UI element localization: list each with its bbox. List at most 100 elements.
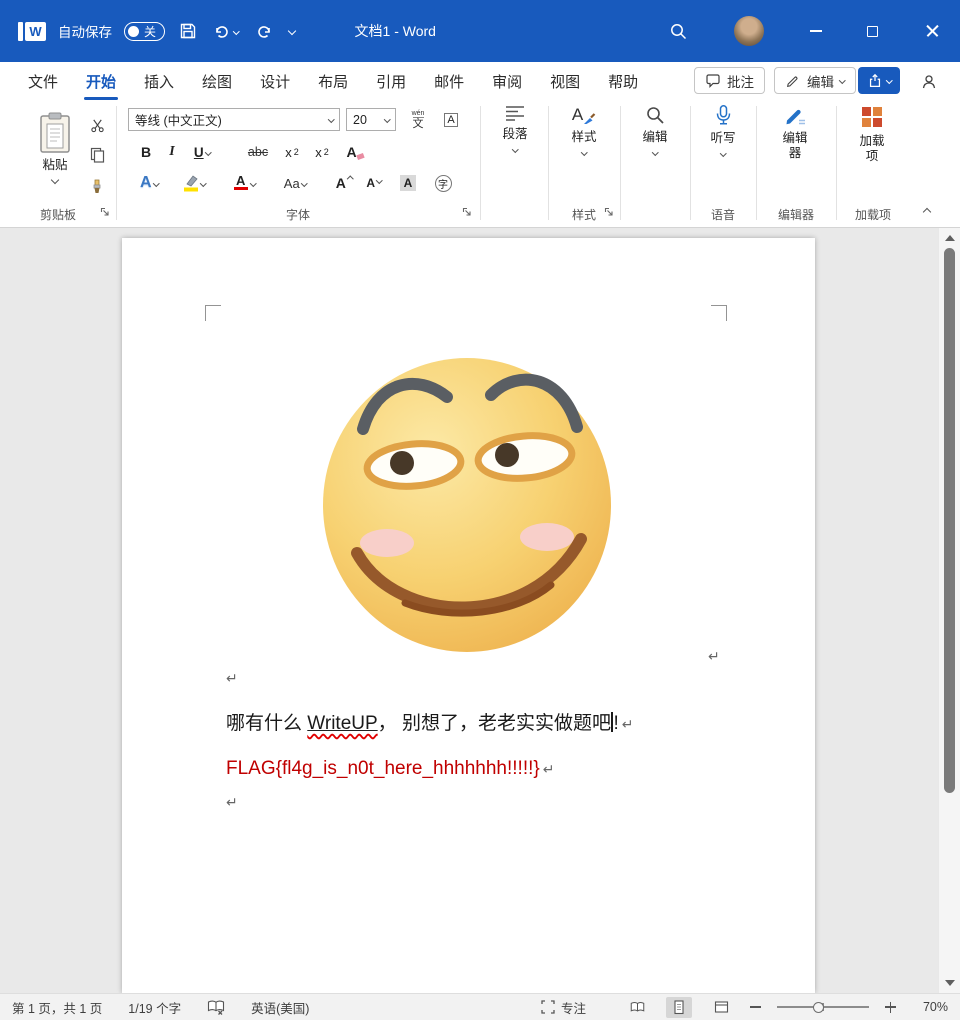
paragraph-text[interactable]: 哪有什么 WriteUP， 别想了，老老实实做题吧! ↵: [226, 708, 633, 735]
character-border-button[interactable]: A: [438, 107, 464, 133]
format-painter-icon: [93, 179, 101, 193]
subscript-button[interactable]: x2: [279, 140, 305, 164]
minimize-button[interactable]: [792, 0, 840, 62]
maximize-button[interactable]: [848, 0, 896, 62]
tab-references[interactable]: 引用: [362, 62, 420, 100]
comments-button[interactable]: 批注: [694, 67, 765, 94]
scroll-up-button[interactable]: [939, 230, 960, 246]
tab-help[interactable]: 帮助: [594, 62, 652, 100]
font-color-button[interactable]: A: [227, 170, 261, 196]
group-divider: [756, 106, 757, 220]
scroll-down-button[interactable]: [939, 975, 960, 991]
styles-dialog-launcher[interactable]: [602, 205, 616, 219]
share-button[interactable]: [858, 67, 900, 94]
chevron-down-icon: [376, 176, 383, 184]
word-app-icon[interactable]: W: [18, 21, 46, 41]
read-mode-button[interactable]: [624, 997, 650, 1018]
editor-button[interactable]: 编辑器: [762, 100, 828, 196]
chevron-down-icon: [839, 77, 846, 84]
minimize-icon: [810, 30, 822, 32]
undo-button[interactable]: [211, 16, 241, 46]
tab-draw[interactable]: 绘图: [188, 62, 246, 100]
font-name-select[interactable]: 等线 (中文正文): [128, 108, 340, 131]
vertical-scrollbar[interactable]: [938, 228, 960, 993]
paste-button[interactable]: 粘贴: [26, 108, 84, 204]
quick-access-menu-button[interactable]: [287, 16, 297, 46]
word-count[interactable]: 1/19 个字: [128, 998, 181, 1017]
addins-button[interactable]: 加载项: [842, 100, 902, 196]
tab-design[interactable]: 设计: [246, 62, 304, 100]
autosave-label: 自动保存: [58, 25, 112, 40]
focus-icon: [541, 1000, 555, 1014]
zoom-in-button[interactable]: [885, 1001, 896, 1013]
clear-formatting-button[interactable]: A: [341, 140, 369, 164]
search-button[interactable]: [656, 0, 700, 62]
avatar[interactable]: [734, 16, 764, 46]
read-mode-icon: [630, 1001, 644, 1012]
format-painter-button[interactable]: [86, 176, 108, 198]
phonetic-guide-button[interactable]: wén 文: [404, 106, 432, 133]
flag-text[interactable]: FLAG{fl4g_is_n0t_here_hhhhhhh!!!!!} ↵: [226, 758, 554, 780]
italic-button[interactable]: I: [161, 140, 183, 164]
autosave-toggle[interactable]: 关: [124, 21, 166, 41]
group-divider: [480, 106, 481, 220]
zoom-out-button[interactable]: [750, 1006, 761, 1008]
scrollbar-thumb[interactable]: [944, 248, 955, 793]
proofing-status-button[interactable]: [207, 1000, 225, 1015]
font-size-select[interactable]: 20: [346, 108, 396, 131]
paragraph-mark: ↵: [708, 648, 720, 664]
tab-mailings[interactable]: 邮件: [420, 62, 478, 100]
styles-group-button[interactable]: A 样式: [554, 100, 614, 196]
tab-insert[interactable]: 插入: [130, 62, 188, 100]
close-button[interactable]: [904, 0, 960, 62]
web-layout-button[interactable]: [708, 997, 734, 1018]
grow-font-button[interactable]: A: [331, 170, 357, 196]
group-divider: [836, 106, 837, 220]
strikethrough-button[interactable]: abc: [243, 140, 273, 164]
smiley-face-image[interactable]: [319, 345, 615, 655]
shrink-font-button[interactable]: A: [361, 170, 387, 196]
tab-home[interactable]: 开始: [72, 62, 130, 100]
copy-button[interactable]: [86, 144, 108, 166]
bold-button[interactable]: B: [133, 140, 159, 164]
paragraph-group-button[interactable]: 段落: [486, 100, 544, 196]
text-highlight-button[interactable]: [177, 170, 211, 196]
focus-mode-button[interactable]: 专注: [541, 998, 586, 1017]
paragraph-lines-icon: [506, 106, 524, 121]
paragraph-mark: ↵: [621, 716, 634, 732]
ribbon-home: 粘贴 剪贴板 等线 (中文正文) 20 wén 文 A B I U abc x …: [0, 100, 960, 228]
save-button[interactable]: [177, 16, 199, 46]
tab-review[interactable]: 审阅: [478, 62, 536, 100]
change-case-button[interactable]: Aa: [277, 170, 313, 196]
zoom-slider[interactable]: [777, 1000, 869, 1014]
dictate-button[interactable]: 听写: [696, 100, 750, 196]
underline-button[interactable]: U: [185, 140, 219, 164]
enclose-character-button[interactable]: 字: [429, 170, 457, 196]
page-indicator[interactable]: 第 1 页，共 1 页: [12, 998, 102, 1017]
tab-file[interactable]: 文件: [14, 62, 72, 100]
tab-layout[interactable]: 布局: [304, 62, 362, 100]
zoom-slider-thumb[interactable]: [813, 1001, 824, 1013]
print-layout-button[interactable]: [666, 996, 692, 1018]
clipboard-dialog-launcher[interactable]: [98, 205, 112, 219]
word-logo-letter: W: [25, 21, 46, 41]
redo-icon: [257, 26, 270, 38]
document-page[interactable]: ↵ ↵ 哪有什么 WriteUP， 别想了，老老实实做题吧! ↵ FLAG{fl4…: [122, 238, 815, 993]
chevron-down-icon: [300, 179, 308, 187]
signin-person-button[interactable]: [912, 70, 946, 94]
editing-group-button[interactable]: 编辑: [626, 100, 684, 196]
character-shading-button[interactable]: A: [395, 170, 421, 196]
collapse-ribbon-button[interactable]: [914, 202, 940, 222]
font-dialog-launcher[interactable]: [460, 205, 474, 219]
superscript-button[interactable]: x2: [309, 140, 335, 164]
zoom-percentage[interactable]: 70%: [912, 1000, 948, 1014]
chevron-up-icon: [922, 207, 932, 217]
redo-button[interactable]: [253, 16, 275, 46]
tab-view[interactable]: 视图: [536, 62, 594, 100]
editing-mode-button[interactable]: 编辑: [774, 67, 856, 94]
language-indicator[interactable]: 英语(美国): [251, 998, 309, 1017]
text-effects-button[interactable]: A: [133, 170, 165, 196]
chevron-down-icon: [511, 146, 519, 153]
cut-button[interactable]: [86, 114, 108, 136]
share-icon: [869, 73, 880, 87]
